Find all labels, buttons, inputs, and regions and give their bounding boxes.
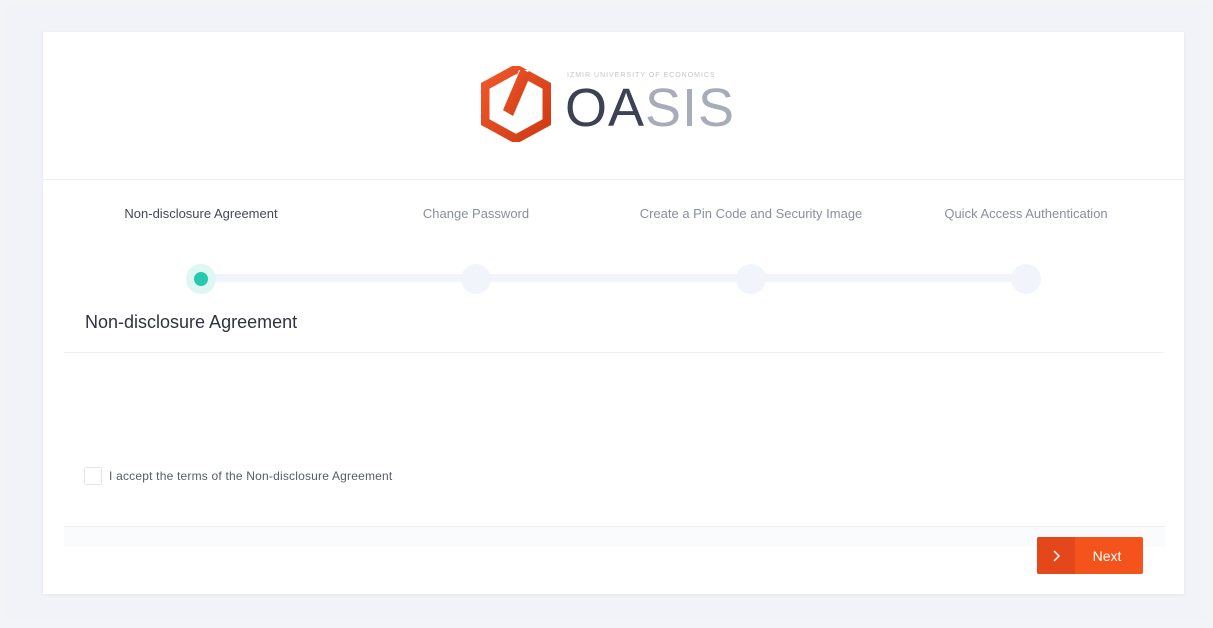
next-button[interactable]: Next: [1037, 537, 1143, 574]
step-dot-pin-code: [736, 264, 766, 294]
next-button-label: Next: [1092, 547, 1122, 564]
step-dot-quick-access: [1011, 264, 1041, 294]
step-label-change-password: Change Password: [422, 206, 530, 221]
section-title: Non-disclosure Agreement: [85, 312, 298, 332]
stepper-track: [201, 274, 1027, 282]
form-footer: [64, 526, 1165, 547]
next-icon-box: [1037, 537, 1075, 574]
hexagon-slash-logo-icon: [481, 66, 551, 142]
chevron-right-icon: [1053, 549, 1061, 562]
wordmark-dark-part: OA: [565, 78, 646, 138]
step-label-pin-code: Create a Pin Code and Security Image: [639, 206, 863, 221]
step-dot-change-password: [461, 264, 491, 294]
accept-terms-label[interactable]: I accept the terms of the Non-disclosure…: [109, 469, 392, 483]
logo-header: IZMIR UNIVERSITY OF ECONOMICS OASIS: [43, 32, 1184, 180]
wordmark-light-part: SIS: [645, 78, 736, 138]
accept-terms-checkbox[interactable]: [84, 467, 102, 485]
oasis-logo: IZMIR UNIVERSITY OF ECONOMICS OASIS: [481, 66, 751, 142]
step-label-nda: Non-disclosure Agreement: [124, 206, 278, 221]
section-divider: [64, 352, 1164, 353]
step-dot-nda: [186, 264, 216, 294]
onboarding-card: IZMIR UNIVERSITY OF ECONOMICS OASIS Non-…: [43, 32, 1184, 594]
oasis-wordmark: OASIS: [565, 78, 735, 138]
step-label-quick-access: Quick Access Authentication: [944, 206, 1108, 221]
wizard-stepper: Non-disclosure Agreement Change Password…: [43, 180, 1184, 294]
